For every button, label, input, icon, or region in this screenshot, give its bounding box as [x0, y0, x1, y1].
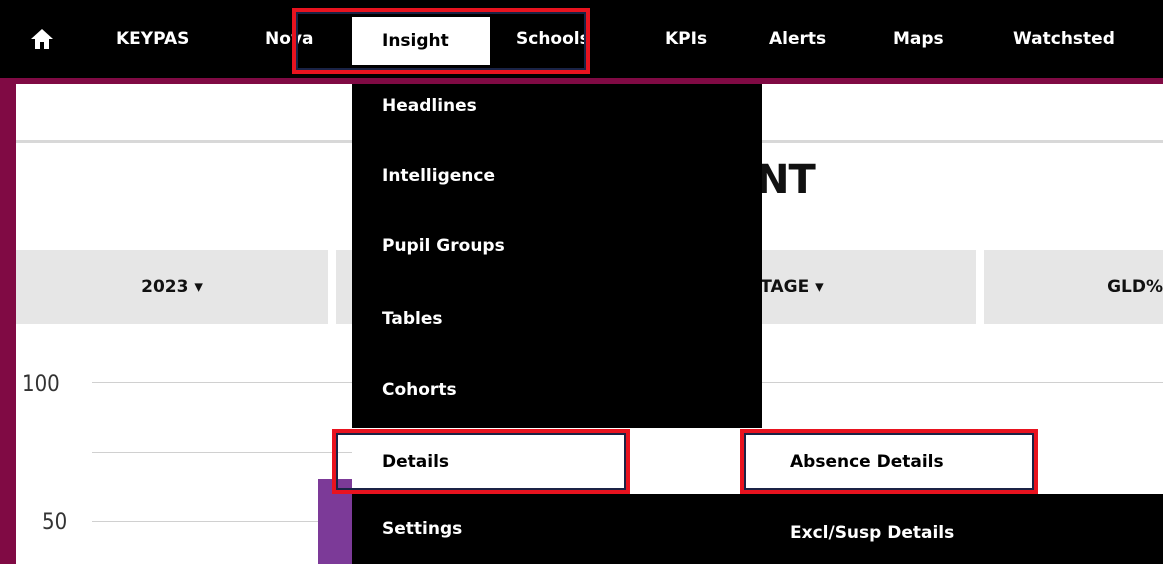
submenu-item-absence-details[interactable]: Absence Details	[762, 428, 1163, 494]
y-tick-100: 100	[22, 372, 60, 397]
home-icon[interactable]	[30, 27, 54, 51]
nav-item-keypas[interactable]: KEYPAS	[116, 0, 189, 78]
menu-item-pupil-groups[interactable]: Pupil Groups	[382, 236, 505, 256]
nav-item-nova[interactable]: Nova	[265, 0, 313, 78]
menu-item-details-label: Details	[382, 452, 450, 472]
nav-item-alerts[interactable]: Alerts	[769, 0, 826, 78]
nav-item-maps[interactable]: Maps	[893, 0, 944, 78]
menu-item-intelligence[interactable]: Intelligence	[382, 166, 495, 186]
nav-item-schools[interactable]: Schools	[516, 0, 590, 78]
details-submenu: Absence Details Excl/Susp Details	[762, 428, 1163, 564]
nav-item-watchsted[interactable]: Watchsted	[1013, 0, 1115, 78]
menu-item-tables[interactable]: Tables	[382, 309, 443, 329]
nav-item-kpis[interactable]: KPIs	[665, 0, 707, 78]
year-filter[interactable]: 2023 ▾	[16, 250, 328, 324]
menu-item-details[interactable]: Details	[352, 428, 762, 494]
nav-item-insight[interactable]: Insight	[352, 17, 490, 65]
measure-filter[interactable]: GLD%	[984, 250, 1163, 324]
chart-bar	[318, 479, 352, 564]
y-tick-50: 50	[42, 510, 68, 535]
menu-item-settings[interactable]: Settings	[382, 519, 462, 539]
top-navigation: KEYPAS Nova Insight Schools KPIs Alerts …	[0, 0, 1163, 78]
page-title: NT	[756, 157, 816, 203]
menu-item-headlines[interactable]: Headlines	[382, 96, 477, 116]
menu-item-cohorts[interactable]: Cohorts	[382, 380, 457, 400]
submenu-item-absence-label: Absence Details	[790, 452, 944, 472]
submenu-item-excl-susp-details[interactable]: Excl/Susp Details	[790, 523, 954, 543]
